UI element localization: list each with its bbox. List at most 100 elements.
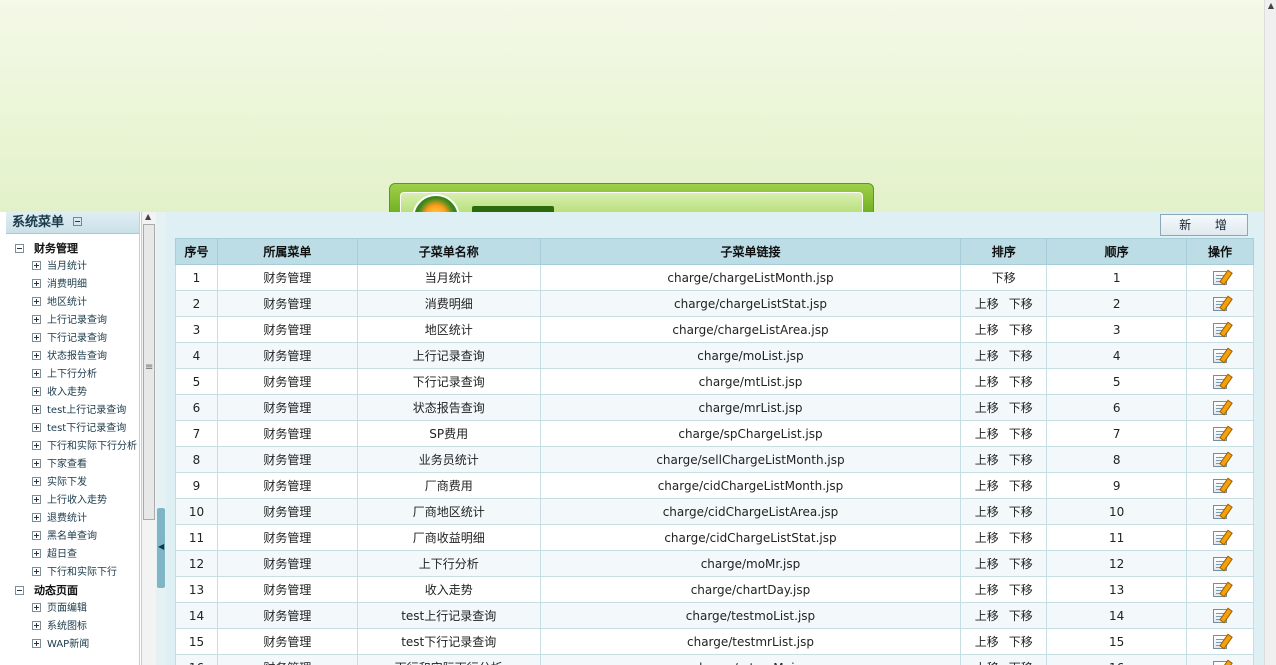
move-up-link[interactable]: 上移 bbox=[975, 297, 999, 311]
scroll-up-icon[interactable]: ▲ bbox=[1265, 0, 1276, 12]
plus-box-icon[interactable] bbox=[32, 350, 41, 360]
splitter-handle[interactable]: ◀ bbox=[157, 508, 165, 588]
move-down-link[interactable]: 下移 bbox=[1009, 453, 1033, 467]
move-up-link[interactable]: 上移 bbox=[975, 557, 999, 571]
move-up-link[interactable]: 上移 bbox=[975, 375, 999, 389]
move-down-link[interactable]: 下移 bbox=[1009, 479, 1033, 493]
plus-box-icon[interactable] bbox=[32, 494, 41, 504]
move-down-link[interactable]: 下移 bbox=[1009, 505, 1033, 519]
move-up-link[interactable]: 上移 bbox=[975, 531, 999, 545]
move-down-link[interactable]: 下移 bbox=[1009, 661, 1033, 665]
tree-item[interactable]: 收入走势 bbox=[6, 384, 139, 402]
plus-box-icon[interactable] bbox=[32, 278, 41, 288]
scroll-up-icon[interactable]: ▲ bbox=[145, 212, 151, 221]
plus-box-icon[interactable] bbox=[32, 386, 41, 396]
minus-box-icon[interactable] bbox=[15, 243, 24, 253]
add-button[interactable]: 新 增 bbox=[1160, 214, 1248, 236]
move-down-link[interactable]: 下移 bbox=[1009, 401, 1033, 415]
plus-box-icon[interactable] bbox=[32, 458, 41, 468]
tree-group[interactable]: 财务管理 bbox=[6, 240, 139, 258]
move-up-link[interactable]: 上移 bbox=[975, 505, 999, 519]
move-down-link[interactable]: 下移 bbox=[1009, 349, 1033, 363]
edit-icon[interactable] bbox=[1213, 348, 1228, 363]
plus-box-icon[interactable] bbox=[32, 422, 41, 432]
tree-group[interactable]: 动态页面 bbox=[6, 582, 139, 600]
plus-box-icon[interactable] bbox=[32, 620, 41, 630]
window-scrollbar[interactable]: ▲ bbox=[1264, 0, 1276, 665]
move-up-link[interactable]: 上移 bbox=[975, 401, 999, 415]
collapse-icon[interactable] bbox=[72, 217, 82, 226]
move-down-link[interactable]: 下移 bbox=[1009, 297, 1033, 311]
move-down-link[interactable]: 下移 bbox=[1009, 557, 1033, 571]
move-down-link[interactable]: 下移 bbox=[1009, 531, 1033, 545]
minus-box-icon[interactable] bbox=[15, 585, 24, 595]
tree-item[interactable]: 退费统计 bbox=[6, 510, 139, 528]
plus-box-icon[interactable] bbox=[32, 260, 41, 270]
tree-item[interactable]: 下行和实际下行 bbox=[6, 564, 139, 582]
plus-box-icon[interactable] bbox=[32, 476, 41, 486]
tree-item[interactable]: 地区统计 bbox=[6, 294, 139, 312]
tree-item[interactable]: 上下行分析 bbox=[6, 366, 139, 384]
plus-box-icon[interactable] bbox=[32, 440, 41, 450]
plus-box-icon[interactable] bbox=[32, 314, 41, 324]
move-up-link[interactable]: 上移 bbox=[975, 323, 999, 337]
plus-box-icon[interactable] bbox=[32, 602, 41, 612]
tree-item[interactable]: 上行记录查询 bbox=[6, 312, 139, 330]
move-down-link[interactable]: 下移 bbox=[1009, 635, 1033, 649]
plus-box-icon[interactable] bbox=[32, 404, 41, 414]
tree-item[interactable]: 黑名单查询 bbox=[6, 528, 139, 546]
tree-item[interactable]: WAP新闻 bbox=[6, 636, 139, 654]
plus-box-icon[interactable] bbox=[32, 296, 41, 306]
move-down-link[interactable]: 下移 bbox=[992, 271, 1016, 285]
edit-icon[interactable] bbox=[1213, 270, 1228, 285]
edit-icon[interactable] bbox=[1213, 608, 1228, 623]
plus-box-icon[interactable] bbox=[32, 368, 41, 378]
tree-item[interactable]: 下行和实际下行分析 bbox=[6, 438, 139, 456]
move-up-link[interactable]: 上移 bbox=[975, 609, 999, 623]
edit-icon[interactable] bbox=[1213, 478, 1228, 493]
tree-item[interactable]: 状态报告查询 bbox=[6, 348, 139, 366]
tree-item[interactable]: test上行记录查询 bbox=[6, 402, 139, 420]
plus-box-icon[interactable] bbox=[32, 566, 41, 576]
plus-box-icon[interactable] bbox=[32, 530, 41, 540]
plus-box-icon[interactable] bbox=[32, 638, 41, 648]
edit-icon[interactable] bbox=[1213, 582, 1228, 597]
move-down-link[interactable]: 下移 bbox=[1009, 323, 1033, 337]
tree-item[interactable]: 系统图标 bbox=[6, 618, 139, 636]
move-up-link[interactable]: 上移 bbox=[975, 349, 999, 363]
sidebar-splitter[interactable]: ◀ bbox=[156, 212, 166, 665]
tree-item[interactable]: 实际下发 bbox=[6, 474, 139, 492]
edit-icon[interactable] bbox=[1213, 400, 1228, 415]
move-up-link[interactable]: 上移 bbox=[975, 453, 999, 467]
tree-item[interactable]: 页面编辑 bbox=[6, 600, 139, 618]
tree-item[interactable]: 上行收入走势 bbox=[6, 492, 139, 510]
sidebar-scrollbar[interactable]: ▲ ≡ bbox=[141, 212, 156, 665]
move-up-link[interactable]: 上移 bbox=[975, 427, 999, 441]
tree-item[interactable]: 下行记录查询 bbox=[6, 330, 139, 348]
edit-icon[interactable] bbox=[1213, 322, 1228, 337]
edit-icon[interactable] bbox=[1213, 452, 1228, 467]
tree-item[interactable]: 消费明细 bbox=[6, 276, 139, 294]
move-down-link[interactable]: 下移 bbox=[1009, 609, 1033, 623]
edit-icon[interactable] bbox=[1213, 504, 1228, 519]
move-down-link[interactable]: 下移 bbox=[1009, 375, 1033, 389]
edit-icon[interactable] bbox=[1213, 660, 1228, 665]
move-down-link[interactable]: 下移 bbox=[1009, 583, 1033, 597]
edit-icon[interactable] bbox=[1213, 556, 1228, 571]
move-down-link[interactable]: 下移 bbox=[1009, 427, 1033, 441]
plus-box-icon[interactable] bbox=[32, 332, 41, 342]
edit-icon[interactable] bbox=[1213, 634, 1228, 649]
move-up-link[interactable]: 上移 bbox=[975, 635, 999, 649]
tree-item[interactable]: test下行记录查询 bbox=[6, 420, 139, 438]
move-up-link[interactable]: 上移 bbox=[975, 661, 999, 665]
edit-icon[interactable] bbox=[1213, 426, 1228, 441]
edit-icon[interactable] bbox=[1213, 530, 1228, 545]
move-up-link[interactable]: 上移 bbox=[975, 583, 999, 597]
plus-box-icon[interactable] bbox=[32, 548, 41, 558]
edit-icon[interactable] bbox=[1213, 296, 1228, 311]
plus-box-icon[interactable] bbox=[32, 512, 41, 522]
edit-icon[interactable] bbox=[1213, 374, 1228, 389]
tree-item[interactable]: 当月统计 bbox=[6, 258, 139, 276]
tree-item[interactable]: 超日查 bbox=[6, 546, 139, 564]
move-up-link[interactable]: 上移 bbox=[975, 479, 999, 493]
